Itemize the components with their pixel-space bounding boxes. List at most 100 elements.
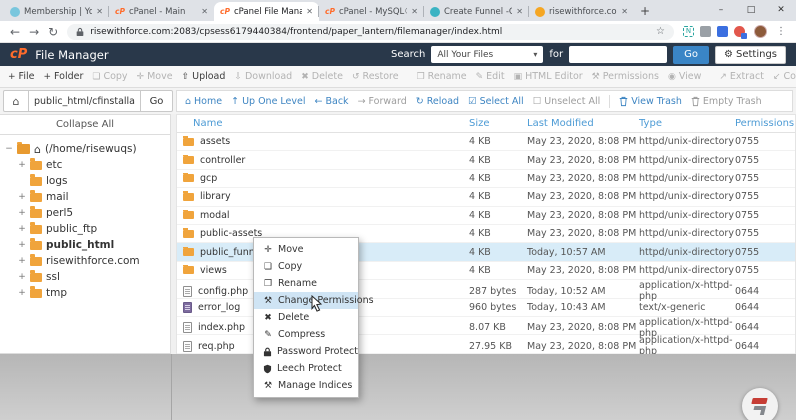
search-input[interactable] <box>569 46 667 63</box>
tree-item-risewithforce[interactable]: +risewithforce.com <box>5 253 165 269</box>
column-header-permissions[interactable]: Permissions <box>735 118 795 129</box>
tab-close-icon[interactable]: ✕ <box>411 7 418 16</box>
restore-button[interactable]: ↺Restore <box>352 71 399 82</box>
bookmark-star-icon[interactable]: ☆ <box>656 26 665 37</box>
nav-forward-button[interactable]: →Forward <box>358 96 407 107</box>
menu-item-compress[interactable]: ✎Compress <box>254 326 358 343</box>
column-header-modified[interactable]: Last Modified <box>527 118 639 129</box>
menu-item-rename[interactable]: ❒Rename <box>254 275 358 292</box>
tab-close-icon[interactable]: ✕ <box>516 7 523 16</box>
menu-item-password-protect[interactable]: Password Protect <box>254 343 358 360</box>
edit-button[interactable]: ✎Edit <box>476 71 505 82</box>
menu-item-change-permissions[interactable]: ⚒Change Permissions <box>254 292 358 309</box>
expand-icon[interactable]: + <box>18 272 26 282</box>
tree-root-item[interactable]: − ⌂ (/home/risewuqs) <box>5 141 165 157</box>
table-row-gcp[interactable]: gcp4 KBMay 23, 2020, 8:08 PMhttpd/unix-d… <box>177 170 795 188</box>
column-header-type[interactable]: Type <box>639 118 735 129</box>
nav-empty-trash-button[interactable]: Empty Trash <box>691 96 762 107</box>
menu-item-leech-protect[interactable]: Leech Protect <box>254 360 358 377</box>
upload-button[interactable]: ⇧Upload <box>182 71 226 82</box>
table-row-library[interactable]: library4 KBMay 23, 2020, 8:08 PMhttpd/un… <box>177 188 795 206</box>
browser-tab-localhost[interactable]: risewithforce.com / localho ✕ <box>529 2 634 21</box>
view-button[interactable]: ◉View <box>668 71 701 82</box>
browser-tab-mysql[interactable]: cP cPanel - MySQL® Databas ✕ <box>319 2 424 21</box>
file-modified: May 23, 2020, 8:08 PM <box>527 265 639 276</box>
menu-item-delete[interactable]: ✖Delete <box>254 309 358 326</box>
tree-item-etc[interactable]: +etc <box>5 157 165 173</box>
move-button[interactable]: ✛Move <box>137 71 173 82</box>
expand-icon[interactable]: + <box>18 240 26 250</box>
expand-icon[interactable]: + <box>18 224 26 234</box>
extension-icon-3[interactable] <box>717 26 728 37</box>
minimize-button[interactable]: – <box>706 0 736 20</box>
folder-button[interactable]: +Folder <box>43 71 83 82</box>
search-go-button[interactable]: Go <box>673 46 709 64</box>
file-button[interactable]: +File <box>8 71 34 82</box>
tree-item-ssl[interactable]: +ssl <box>5 269 165 285</box>
close-button[interactable]: ✕ <box>766 0 796 20</box>
table-row-controller[interactable]: controller4 KBMay 23, 2020, 8:08 PMhttpd… <box>177 151 795 169</box>
browser-tab-cpanel-main[interactable]: cP cPanel - Main ✕ <box>109 2 214 21</box>
browser-forward-button[interactable]: → <box>29 25 39 39</box>
home-icon: ⌂ <box>13 95 20 108</box>
tree-item-mail[interactable]: +mail <box>5 189 165 205</box>
browser-menu-icon[interactable]: ⋮ <box>776 26 786 37</box>
browser-tab-create-funnel[interactable]: Create Funnel -CloudFunne ✕ <box>424 2 529 21</box>
path-home-button[interactable]: ⌂ <box>3 90 29 112</box>
table-row-modal[interactable]: modal4 KBMay 23, 2020, 8:08 PMhttpd/unix… <box>177 207 795 225</box>
menu-item-manage-indices[interactable]: ⚒Manage Indices <box>254 377 358 394</box>
compress-button[interactable]: ↙Compress <box>773 71 796 82</box>
extract-button[interactable]: ↗Extract <box>719 71 764 82</box>
browser-tab-file-manager[interactable]: cP cPanel File Manager v3 ✕ <box>214 2 319 21</box>
tree-item-public-html[interactable]: +public_html <box>5 237 165 253</box>
path-go-button[interactable]: Go <box>141 90 173 112</box>
download-button[interactable]: ⇩Download <box>234 71 292 82</box>
tab-close-icon[interactable]: ✕ <box>201 7 208 16</box>
nav-back-button[interactable]: ←Back <box>315 96 349 107</box>
extension-icon-1[interactable]: N <box>683 26 694 37</box>
nav-reload-button[interactable]: ↻Reload <box>416 96 459 107</box>
expand-icon[interactable]: + <box>18 288 26 298</box>
search-scope-select[interactable]: All Your Files ▾ <box>431 46 543 63</box>
settings-button[interactable]: ⚙Settings <box>715 46 786 64</box>
tab-close-icon[interactable]: ✕ <box>96 7 103 16</box>
collapse-all-button[interactable]: Collapse All <box>0 115 170 135</box>
extension-icon-4[interactable] <box>734 26 745 37</box>
maximize-button[interactable]: □ <box>736 0 766 20</box>
nav-home-button[interactable]: ⌂Home <box>185 96 222 107</box>
nav-select-all-button[interactable]: ☑Select All <box>468 96 524 107</box>
tab-title: Create Funnel -CloudFunne <box>444 7 512 17</box>
profile-avatar[interactable] <box>754 25 767 38</box>
column-header-size[interactable]: Size <box>469 118 527 129</box>
tab-close-icon[interactable]: ✕ <box>621 7 628 16</box>
extension-icon-2[interactable] <box>700 26 711 37</box>
expand-icon[interactable]: + <box>18 192 26 202</box>
expand-icon[interactable]: + <box>18 160 26 170</box>
delete-button[interactable]: ✖Delete <box>301 71 343 82</box>
browser-back-button[interactable]: ← <box>10 25 20 39</box>
browser-tab-membership[interactable]: Membership | Your Installa ✕ <box>4 2 109 21</box>
html-editor-button[interactable]: ▣HTML Editor <box>514 71 583 82</box>
expand-icon[interactable]: + <box>18 256 26 266</box>
column-header-name[interactable]: Name <box>177 118 469 129</box>
tree-item-perl5[interactable]: +perl5 <box>5 205 165 221</box>
path-input[interactable] <box>29 90 141 112</box>
tree-item-public-ftp[interactable]: +public_ftp <box>5 221 165 237</box>
new-tab-button[interactable]: + <box>634 4 656 18</box>
collapse-icon[interactable]: − <box>5 144 13 154</box>
copy-button[interactable]: ❏Copy <box>92 71 127 82</box>
menu-item-copy[interactable]: ❏Copy <box>254 258 358 275</box>
table-row-assets[interactable]: assets4 KBMay 23, 2020, 8:08 PMhttpd/uni… <box>177 133 795 151</box>
address-bar[interactable]: risewithforce.com:2083/cpsess6179440384/… <box>67 24 674 40</box>
nav-up-one-level-button[interactable]: ↑Up One Level <box>231 96 305 107</box>
rename-button[interactable]: ❒Rename <box>417 71 467 82</box>
tree-item-logs[interactable]: logs <box>5 173 165 189</box>
nav-view-trash-button[interactable]: View Trash <box>619 96 682 107</box>
nav-unselect-all-button[interactable]: ☐Unselect All <box>533 96 601 107</box>
permissions-button[interactable]: ⚒Permissions <box>592 71 659 82</box>
browser-reload-button[interactable]: ↻ <box>48 25 58 39</box>
menu-item-move[interactable]: ✛Move <box>254 241 358 258</box>
tree-item-tmp[interactable]: +tmp <box>5 285 165 301</box>
tab-close-icon[interactable]: ✕ <box>306 7 313 16</box>
expand-icon[interactable]: + <box>18 208 26 218</box>
